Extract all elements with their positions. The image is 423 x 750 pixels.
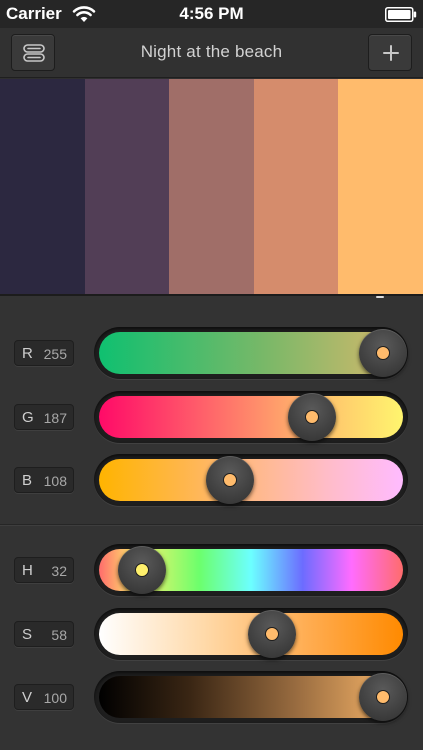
toggle-list-icon — [23, 44, 45, 62]
palette-title: Night at the beach — [140, 42, 283, 61]
r-slider-track[interactable] — [94, 327, 408, 379]
r-value-field[interactable]: R 255 — [14, 340, 74, 366]
v-value-field[interactable]: V 100 — [14, 684, 74, 710]
v-slider-knob[interactable] — [359, 673, 407, 721]
r-knob-color-dot — [376, 346, 390, 360]
v-channel-label: V — [22, 689, 33, 706]
color-swatch-1[interactable] — [0, 79, 85, 294]
color-swatch-2[interactable] — [84, 79, 170, 294]
battery-icon — [385, 7, 417, 22]
slider-row-r: R 255 — [0, 325, 423, 381]
h-value-field[interactable]: H 32 — [14, 557, 74, 583]
v-channel-value: 100 — [43, 690, 67, 706]
v-slider-gradient — [99, 676, 403, 718]
g-slider-knob[interactable] — [288, 393, 337, 441]
g-knob-color-dot — [305, 410, 320, 424]
g-channel-label: G — [22, 409, 34, 426]
selected-swatch-indicator — [376, 296, 384, 298]
s-channel-label: S — [22, 626, 33, 643]
r-slider-knob[interactable] — [359, 329, 407, 377]
g-channel-value: 187 — [43, 410, 67, 426]
status-time: 4:56 PM — [179, 4, 244, 23]
r-slider-gradient — [99, 332, 403, 374]
h-knob-color-dot — [134, 563, 149, 577]
r-channel-value: 255 — [43, 346, 67, 362]
plus-icon — [383, 45, 399, 61]
h-channel-label: H — [22, 562, 33, 579]
b-channel-label: B — [22, 472, 33, 489]
h-slider-knob[interactable] — [117, 546, 166, 594]
g-slider-gradient — [99, 396, 403, 438]
navigation-bar: Night at the beach — [0, 28, 423, 78]
slider-row-g: G 187 — [0, 389, 423, 445]
slider-row-s: S 58 — [0, 606, 423, 662]
color-swatch-3[interactable] — [169, 79, 254, 294]
b-knob-color-dot — [223, 473, 238, 487]
s-value-field[interactable]: S 58 — [14, 621, 74, 647]
b-slider-track[interactable] — [94, 454, 408, 506]
slider-row-h: H 32 — [0, 542, 423, 598]
palette-swatches — [0, 79, 423, 294]
g-slider-track[interactable] — [94, 391, 408, 443]
r-channel-label: R — [22, 345, 33, 362]
slider-row-b: B 108 — [0, 452, 423, 508]
s-slider-knob[interactable] — [247, 610, 296, 658]
add-button[interactable] — [368, 34, 412, 71]
menu-button[interactable] — [11, 34, 55, 71]
s-slider-track[interactable] — [94, 608, 408, 660]
color-swatch-4[interactable] — [253, 79, 339, 294]
v-knob-color-dot — [376, 690, 390, 704]
h-slider-track[interactable] — [94, 544, 408, 596]
s-channel-value: 58 — [51, 627, 67, 643]
rgb-hsv-divider — [0, 524, 423, 526]
v-slider-track[interactable] — [94, 671, 408, 723]
h-channel-value: 32 — [51, 563, 67, 579]
g-value-field[interactable]: G 187 — [14, 404, 74, 430]
slider-row-v: V 100 — [0, 669, 423, 725]
b-channel-value: 108 — [43, 473, 67, 489]
b-value-field[interactable]: B 108 — [14, 467, 74, 493]
status-bar: Carrier 4:56 PM — [0, 0, 423, 28]
s-knob-color-dot — [264, 627, 279, 641]
color-swatch-5[interactable] — [338, 79, 423, 294]
